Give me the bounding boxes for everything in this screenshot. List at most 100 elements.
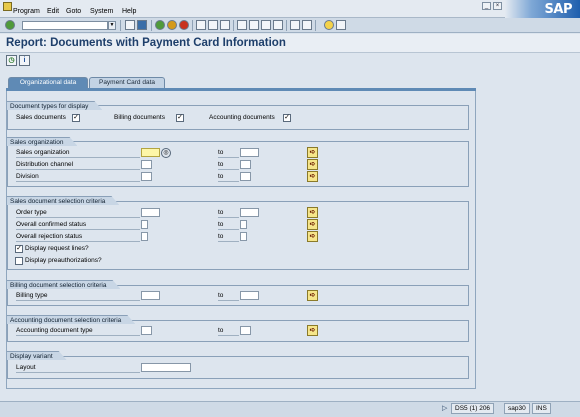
app-icon[interactable] (3, 2, 12, 11)
billing-type-to-input[interactable] (240, 291, 259, 300)
rejection-status-from-input[interactable] (141, 232, 148, 241)
accounting-documents-label: Accounting documents (209, 114, 275, 121)
cancel-icon[interactable] (179, 20, 189, 30)
back-icon[interactable] (155, 20, 165, 30)
order-type-label: Order type (16, 209, 47, 216)
label-underline (16, 372, 140, 373)
multiple-selection-icon[interactable]: ➪ (307, 290, 318, 301)
sales-organization-from-input[interactable] (141, 148, 160, 157)
to-label: to (218, 233, 224, 240)
menu-system[interactable]: System (90, 7, 113, 16)
group-title: Sales document selection criteria (7, 196, 119, 205)
distribution-channel-to-input[interactable] (240, 160, 251, 169)
label-underline (218, 217, 239, 218)
accounting-document-type-label: Accounting document type (16, 327, 93, 334)
new-session-icon[interactable] (290, 20, 300, 30)
label-underline (218, 157, 239, 158)
search-help-icon[interactable]: ◎ (161, 148, 171, 158)
sales-organization-to-input[interactable] (240, 148, 259, 157)
group-title: Sales organization (7, 137, 77, 146)
menu-edit[interactable]: Edit (47, 7, 59, 16)
arrow-left-icon[interactable] (125, 20, 135, 30)
info-icon[interactable]: i (19, 55, 30, 66)
print-icon[interactable] (196, 20, 206, 30)
menu-help[interactable]: Help (122, 7, 136, 16)
label-underline (218, 169, 239, 170)
label-underline (16, 169, 140, 170)
group-display-variant (7, 356, 469, 379)
confirmed-status-to-input[interactable] (240, 220, 247, 229)
execute-icon[interactable]: ◷ (6, 55, 17, 66)
label-underline (16, 181, 140, 182)
accounting-document-type-to-input[interactable] (240, 326, 251, 335)
sales-documents-checkbox[interactable]: ✓ (72, 114, 80, 122)
to-label: to (218, 292, 224, 299)
overall-confirmed-status-label: Overall confirmed status (16, 221, 87, 228)
exit-icon[interactable] (167, 20, 177, 30)
label-underline (16, 335, 140, 336)
display-preauthorizations-label: Display preauthorizations? (25, 257, 102, 264)
multiple-selection-icon[interactable]: ➪ (307, 231, 318, 242)
display-preauthorizations-checkbox[interactable] (15, 257, 23, 265)
sales-documents-label: Sales documents (16, 114, 66, 121)
division-to-input[interactable] (240, 172, 251, 181)
accounting-documents-checkbox[interactable]: ✓ (283, 114, 291, 122)
accounting-document-type-from-input[interactable] (141, 326, 152, 335)
order-type-to-input[interactable] (240, 208, 259, 217)
billing-documents-checkbox[interactable]: ✓ (176, 114, 184, 122)
menu-goto[interactable]: Goto (66, 7, 81, 16)
label-underline (16, 300, 140, 301)
multiple-selection-icon[interactable]: ➪ (307, 219, 318, 230)
sap-logo: SAP (505, 0, 580, 18)
command-dropdown-icon[interactable]: ▼ (108, 21, 116, 30)
display-request-lines-checkbox[interactable]: ✓ (15, 245, 23, 253)
save-icon[interactable] (137, 20, 147, 30)
label-underline (218, 229, 239, 230)
tab-organizational-data[interactable]: Organizational data (8, 77, 88, 88)
toolbar-separator (315, 20, 316, 31)
label-underline (218, 241, 239, 242)
division-from-input[interactable] (141, 172, 152, 181)
rejection-status-to-input[interactable] (240, 232, 247, 241)
first-page-icon[interactable] (237, 20, 247, 30)
label-underline (16, 157, 140, 158)
enter-icon[interactable] (5, 20, 15, 30)
distribution-channel-from-input[interactable] (141, 160, 152, 169)
status-server: sap30 (504, 403, 530, 414)
billing-documents-label: Billing documents (114, 114, 165, 121)
group-title: Document types for display (7, 101, 102, 110)
next-page-icon[interactable] (261, 20, 271, 30)
previous-page-icon[interactable] (249, 20, 259, 30)
layout-menu-icon[interactable] (336, 20, 346, 30)
help-icon[interactable] (324, 20, 334, 30)
multiple-selection-icon[interactable]: ➪ (307, 171, 318, 182)
shortcut-icon[interactable] (302, 20, 312, 30)
toolbar-separator (192, 20, 193, 31)
status-mode: INS (532, 403, 551, 414)
billing-type-label: Billing type (16, 292, 48, 299)
minimize-icon[interactable]: _ (482, 2, 491, 10)
status-toggle-icon[interactable]: ▷ (442, 404, 447, 412)
to-label: to (218, 327, 224, 334)
layout-input[interactable] (141, 363, 191, 372)
command-field[interactable] (22, 21, 108, 30)
find-next-icon[interactable] (220, 20, 230, 30)
find-icon[interactable] (208, 20, 218, 30)
multiple-selection-icon[interactable]: ➪ (307, 159, 318, 170)
label-underline (218, 300, 239, 301)
confirmed-status-from-input[interactable] (141, 220, 148, 229)
tab-payment-card-data[interactable]: Payment Card data (89, 77, 165, 88)
close-icon[interactable]: × (493, 2, 502, 10)
label-underline (16, 217, 140, 218)
menu-program[interactable]: Program (13, 7, 40, 16)
order-type-from-input[interactable] (141, 208, 160, 217)
billing-type-from-input[interactable] (141, 291, 160, 300)
label-underline (16, 241, 140, 242)
to-label: to (218, 149, 224, 156)
multiple-selection-icon[interactable]: ➪ (307, 325, 318, 336)
multiple-selection-icon[interactable]: ➪ (307, 147, 318, 158)
label-underline (16, 229, 140, 230)
multiple-selection-icon[interactable]: ➪ (307, 207, 318, 218)
toolbar-separator (151, 20, 152, 31)
last-page-icon[interactable] (273, 20, 283, 30)
